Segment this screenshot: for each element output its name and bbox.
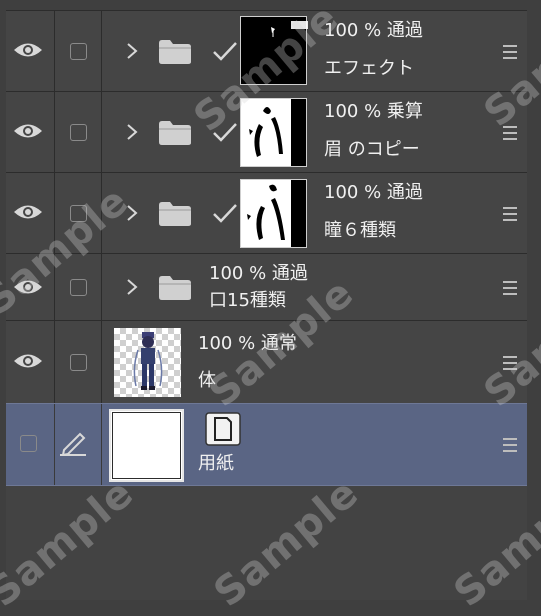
layer-select-checkbox[interactable] bbox=[70, 279, 87, 296]
layer-name[interactable]: 体 bbox=[198, 370, 216, 392]
checkmark-icon[interactable] bbox=[212, 41, 238, 63]
layer-panel: 100 % 通過 エフェクト 100 % 乗算 眉 のコピー 100 % 通過 … bbox=[0, 0, 541, 616]
divider bbox=[54, 254, 55, 320]
eye-icon[interactable] bbox=[12, 120, 44, 142]
divider bbox=[101, 11, 102, 91]
eye-icon[interactable] bbox=[12, 350, 44, 372]
menu-icon[interactable] bbox=[503, 126, 517, 140]
folder-icon bbox=[159, 40, 191, 64]
layer-row-pupils[interactable]: 100 % 通過 瞳６種類 bbox=[6, 172, 527, 254]
chevron-right-icon[interactable] bbox=[124, 43, 140, 59]
layer-row-paper[interactable]: 用紙 bbox=[6, 403, 527, 486]
thumbnail-figure bbox=[249, 99, 306, 166]
menu-icon[interactable] bbox=[503, 45, 517, 59]
thumbnail-mark bbox=[271, 21, 308, 37]
layer-select-checkbox[interactable] bbox=[20, 435, 37, 452]
layer-name[interactable]: 口15種類 bbox=[209, 290, 286, 312]
empty-layer-area bbox=[6, 486, 527, 600]
layer-thumbnail bbox=[114, 328, 181, 397]
layer-name[interactable]: 用紙 bbox=[198, 453, 234, 475]
divider bbox=[54, 404, 55, 485]
pen-icon[interactable] bbox=[58, 430, 88, 456]
layer-opacity-blend: 100 % 通過 bbox=[209, 263, 308, 284]
divider bbox=[101, 404, 102, 485]
divider bbox=[101, 173, 102, 253]
divider bbox=[54, 321, 55, 403]
chevron-right-icon[interactable] bbox=[124, 279, 140, 295]
layer-thumbnail bbox=[240, 179, 307, 248]
folder-icon bbox=[159, 276, 191, 300]
thumbnail-character bbox=[133, 332, 163, 390]
layer-row-mouth[interactable]: 100 % 通過 口15種類 bbox=[6, 253, 527, 321]
layer-thumbnail bbox=[240, 16, 308, 85]
layer-opacity-blend: 100 % 通過 bbox=[324, 182, 423, 203]
menu-icon[interactable] bbox=[503, 281, 517, 295]
menu-icon[interactable] bbox=[503, 356, 517, 370]
chevron-right-icon[interactable] bbox=[124, 124, 140, 140]
divider bbox=[54, 173, 55, 253]
layer-select-checkbox[interactable] bbox=[70, 124, 87, 141]
divider bbox=[54, 92, 55, 172]
layer-name[interactable]: 眉 のコピー bbox=[324, 139, 420, 161]
eye-icon[interactable] bbox=[12, 39, 44, 61]
layer-opacity-blend: 100 % 通常 bbox=[198, 333, 297, 354]
chevron-right-icon[interactable] bbox=[124, 205, 140, 221]
layer-thumbnail bbox=[240, 98, 307, 167]
layer-row-body[interactable]: 100 % 通常 体 bbox=[6, 320, 527, 404]
layer-select-checkbox[interactable] bbox=[70, 205, 87, 222]
paper-icon bbox=[205, 412, 241, 446]
divider bbox=[101, 254, 102, 320]
layer-select-checkbox[interactable] bbox=[70, 43, 87, 60]
layer-row-eyebrow-copy[interactable]: 100 % 乗算 眉 のコピー bbox=[6, 91, 527, 173]
folder-icon bbox=[159, 121, 191, 145]
thumbnail-figure bbox=[247, 180, 306, 247]
divider bbox=[101, 321, 102, 403]
divider bbox=[54, 11, 55, 91]
menu-icon[interactable] bbox=[503, 438, 517, 452]
checkmark-icon[interactable] bbox=[212, 203, 238, 225]
layer-row-effect[interactable]: 100 % 通過 エフェクト bbox=[6, 10, 527, 92]
eye-icon[interactable] bbox=[12, 276, 44, 298]
paper-thumbnail bbox=[109, 409, 184, 482]
divider bbox=[101, 92, 102, 172]
layer-opacity-blend: 100 % 通過 bbox=[324, 20, 423, 41]
layer-opacity-blend: 100 % 乗算 bbox=[324, 101, 423, 122]
layer-name[interactable]: エフェクト bbox=[324, 58, 414, 80]
folder-icon bbox=[159, 202, 191, 226]
layer-name[interactable]: 瞳６種類 bbox=[324, 220, 396, 242]
menu-icon[interactable] bbox=[503, 207, 517, 221]
checkmark-icon[interactable] bbox=[212, 122, 238, 144]
eye-icon[interactable] bbox=[12, 201, 44, 223]
layer-select-checkbox[interactable] bbox=[70, 354, 87, 371]
